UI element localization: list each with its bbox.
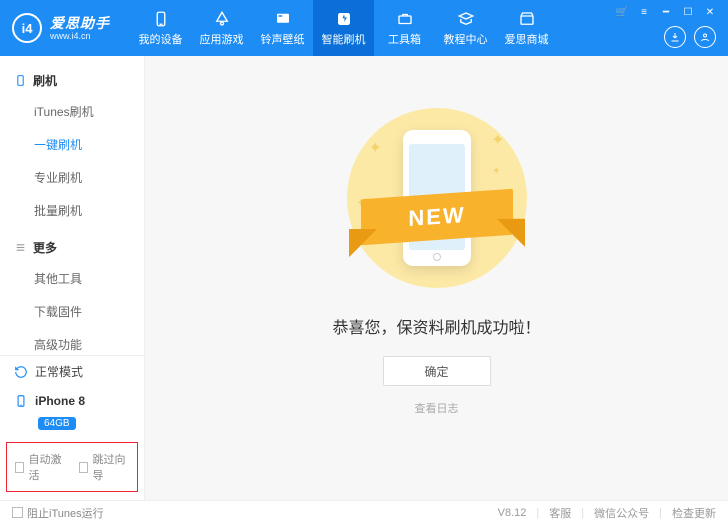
tutorial-icon <box>457 10 475 28</box>
device-row[interactable]: iPhone 8 <box>0 387 144 415</box>
sidebar-group-flash: 刷机 <box>0 66 144 95</box>
titlebar: i4 爱思助手 www.i4.cn 我的设备 应用游戏 铃声壁纸 智能刷机 工具… <box>0 0 728 56</box>
nav-my-device[interactable]: 我的设备 <box>130 0 191 56</box>
nav-apps[interactable]: 应用游戏 <box>191 0 252 56</box>
sidebar-item-other-tools[interactable]: 其他工具 <box>0 262 144 295</box>
wallpaper-icon <box>274 10 292 28</box>
brand-url: www.i4.cn <box>50 31 110 41</box>
block-itunes-checkbox[interactable]: 阻止iTunes运行 <box>12 505 104 521</box>
content-pane: ✦✦✦✦ NEW 恭喜您，保资料刷机成功啦！ 确定 查看日志 <box>145 56 728 500</box>
nav-smart-flash[interactable]: 智能刷机 <box>313 0 374 56</box>
success-text: 恭喜您，保资料刷机成功啦！ <box>332 314 540 338</box>
sidebar-item-advanced[interactable]: 高级功能 <box>0 328 144 355</box>
list-icon <box>14 241 27 254</box>
footer-link-support[interactable]: 客服 <box>549 505 571 521</box>
nav-tutorial[interactable]: 教程中心 <box>435 0 496 56</box>
mode-row[interactable]: 正常模式 <box>0 356 144 387</box>
phone-icon <box>14 394 28 408</box>
sidebar-item-download-firmware[interactable]: 下载固件 <box>0 295 144 328</box>
sidebar-item-pro-flash[interactable]: 专业刷机 <box>0 161 144 194</box>
sidebar-group-more: 更多 <box>0 233 144 262</box>
nav-wallpaper[interactable]: 铃声壁纸 <box>252 0 313 56</box>
confirm-button[interactable]: 确定 <box>383 356 491 386</box>
toolbox-icon <box>396 10 414 28</box>
menu-icon[interactable]: ≡ <box>638 6 650 18</box>
device-outline-icon <box>14 74 27 87</box>
options-highlight: 自动激活 跳过向导 <box>6 442 138 492</box>
window-controls: 🛒 ≡ ━ ☐ ✕ <box>616 6 716 18</box>
close-icon[interactable]: ✕ <box>704 6 716 18</box>
apps-icon <box>213 10 231 28</box>
maximize-icon[interactable]: ☐ <box>682 6 694 18</box>
sidebar-item-oneclick-flash[interactable]: 一键刷机 <box>0 128 144 161</box>
logo-badge: i4 <box>12 13 42 43</box>
footer-link-update[interactable]: 检查更新 <box>672 505 716 521</box>
brand-name: 爱思助手 <box>50 16 110 31</box>
success-illustration: ✦✦✦✦ NEW <box>347 108 527 288</box>
skip-guide-checkbox[interactable]: 跳过向导 <box>79 451 129 483</box>
auto-activate-checkbox[interactable]: 自动激活 <box>15 451 65 483</box>
footer-link-wechat[interactable]: 微信公众号 <box>594 505 649 521</box>
view-log-link[interactable]: 查看日志 <box>415 400 459 416</box>
nav-mall[interactable]: 爱思商城 <box>496 0 557 56</box>
status-bar: 阻止iTunes运行 V8.12 | 客服 | 微信公众号 | 检查更新 <box>0 500 728 524</box>
sidebar-item-batch-flash[interactable]: 批量刷机 <box>0 194 144 227</box>
flash-icon <box>335 10 353 28</box>
sidebar: 刷机 iTunes刷机 一键刷机 专业刷机 批量刷机 更多 其他工具 下载固件 … <box>0 56 145 500</box>
minimize-icon[interactable]: ━ <box>660 6 672 18</box>
nav-toolbox[interactable]: 工具箱 <box>374 0 435 56</box>
app-logo: i4 爱思助手 www.i4.cn <box>12 13 130 43</box>
main-area: 刷机 iTunes刷机 一键刷机 专业刷机 批量刷机 更多 其他工具 下载固件 … <box>0 56 728 500</box>
profile-button[interactable] <box>694 26 716 48</box>
cart-icon[interactable]: 🛒 <box>616 6 628 18</box>
device-icon <box>152 10 170 28</box>
sidebar-item-itunes-flash[interactable]: iTunes刷机 <box>0 95 144 128</box>
mall-icon <box>518 10 536 28</box>
version-label: V8.12 <box>498 507 527 519</box>
download-button[interactable] <box>664 26 686 48</box>
device-name: iPhone 8 <box>35 394 85 408</box>
refresh-icon <box>14 365 28 379</box>
storage-badge: 64GB <box>38 417 76 430</box>
